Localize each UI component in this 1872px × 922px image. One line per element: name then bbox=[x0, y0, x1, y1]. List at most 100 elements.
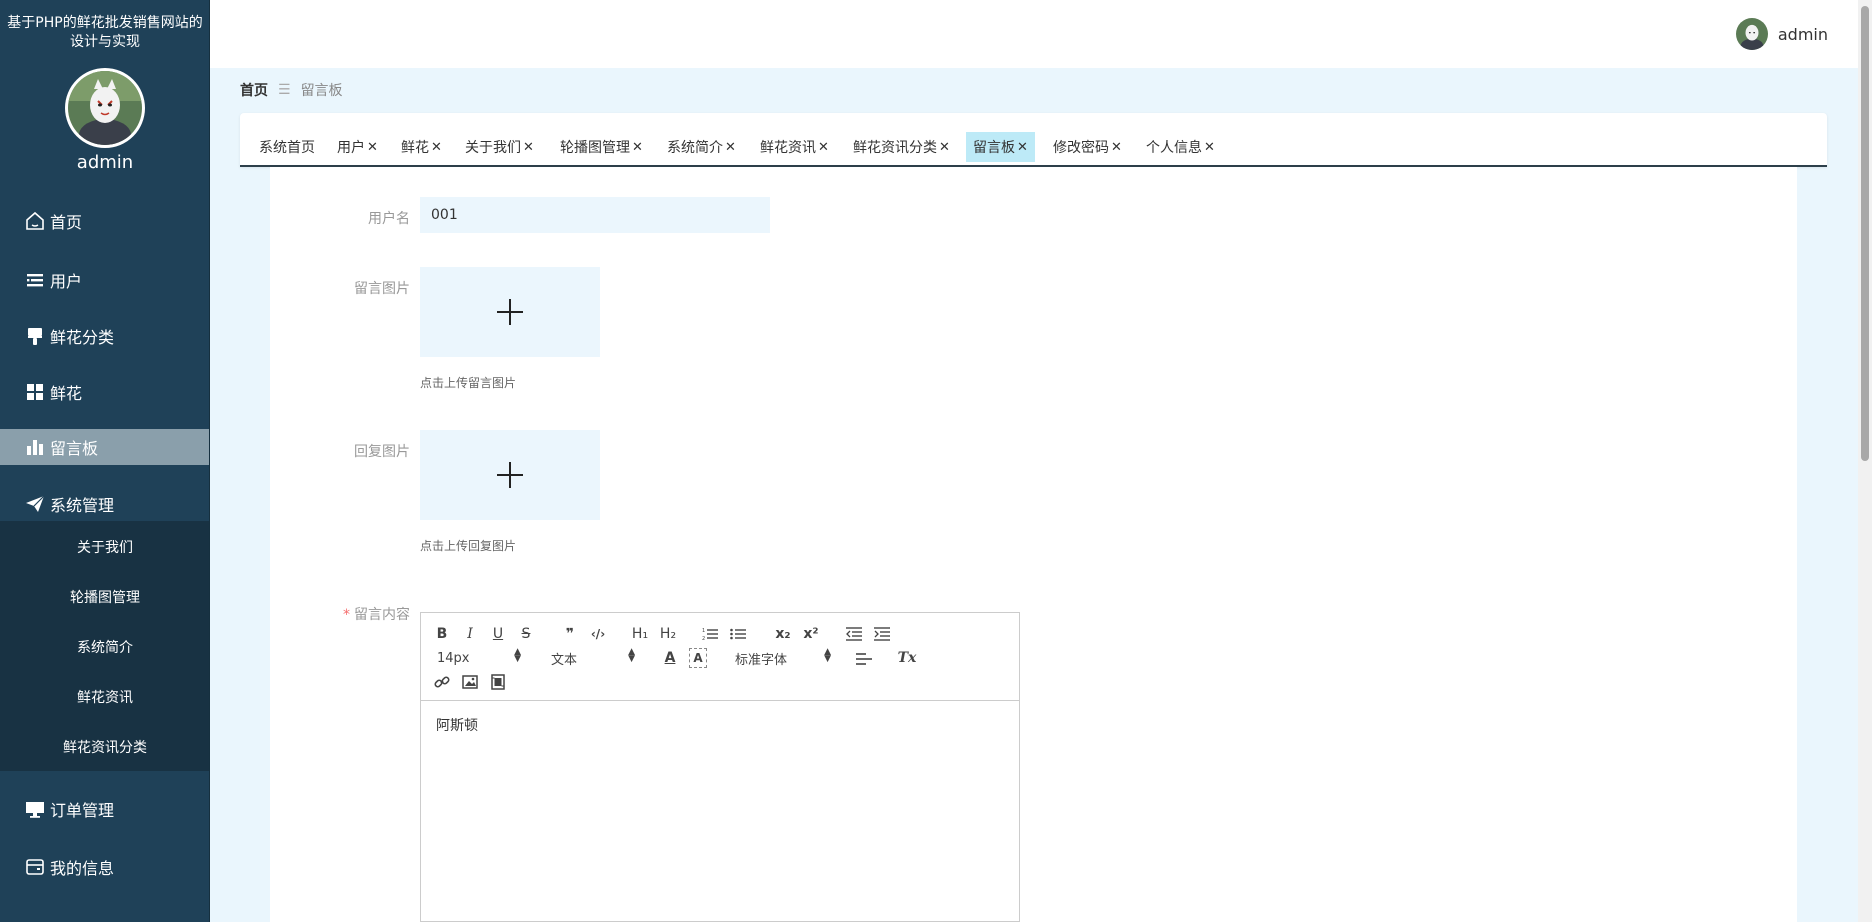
blockquote-button[interactable]: ❞ bbox=[561, 625, 579, 643]
breadcrumb: 首页 ☰ 留言板 bbox=[240, 80, 343, 100]
h1-button[interactable]: H₁ bbox=[629, 625, 651, 643]
tab-system-intro[interactable]: 系统简介 ✕ bbox=[660, 132, 743, 162]
close-icon[interactable]: ✕ bbox=[632, 140, 643, 155]
breadcrumb-home[interactable]: 首页 bbox=[240, 80, 268, 100]
tab-carousel[interactable]: 轮播图管理 ✕ bbox=[553, 132, 650, 162]
menu-item-users[interactable]: 用户 bbox=[0, 262, 209, 298]
message-image-hint: 点击上传留言图片 bbox=[420, 376, 517, 390]
username-label: 用户名 bbox=[368, 211, 410, 227]
close-icon[interactable]: ✕ bbox=[367, 140, 378, 155]
submenu-item-flower-news[interactable]: 鲜花资讯 bbox=[0, 687, 209, 707]
bullet-list-icon bbox=[730, 628, 746, 640]
subscript-button[interactable]: x₂ bbox=[773, 625, 793, 643]
close-icon[interactable]: ✕ bbox=[1204, 140, 1215, 155]
svg-text:2: 2 bbox=[702, 636, 705, 641]
link-button[interactable] bbox=[433, 673, 451, 691]
tab-news-category[interactable]: 鲜花资讯分类 ✕ bbox=[846, 132, 957, 162]
menu-item-home[interactable]: 首页 bbox=[0, 203, 209, 239]
font-color-button[interactable]: A bbox=[661, 648, 679, 668]
tab-profile[interactable]: 个人信息 ✕ bbox=[1139, 132, 1222, 162]
reply-image-upload[interactable] bbox=[420, 430, 600, 520]
sidebar-avatar[interactable] bbox=[65, 68, 145, 148]
tab-users[interactable]: 用户 ✕ bbox=[330, 132, 385, 162]
clean-format-button[interactable]: Tx bbox=[897, 648, 917, 668]
bold-button[interactable]: B bbox=[433, 625, 451, 643]
page-scrollbar[interactable] bbox=[1858, 0, 1872, 922]
superscript-button[interactable]: x² bbox=[801, 625, 821, 643]
tab-label: 系统首页 bbox=[259, 140, 315, 156]
message-image-upload[interactable] bbox=[420, 267, 600, 357]
submenu-item-carousel[interactable]: 轮播图管理 bbox=[0, 587, 209, 607]
font-family-value: 标准字体 bbox=[735, 652, 788, 668]
video-button[interactable] bbox=[489, 673, 507, 691]
editor-toolbar: B I U S ❞ ‹/› H₁ H₂ 12 x₂ x² 14px ▲ ▼ 文本 … bbox=[421, 613, 1019, 701]
menu-label: 鲜花分类 bbox=[50, 328, 115, 347]
site-title: 基于PHP的鲜花批发销售网站的设计与实现 bbox=[7, 15, 203, 50]
tab-about-us[interactable]: 关于我们 ✕ bbox=[458, 132, 541, 162]
code-block-button[interactable]: ‹/› bbox=[589, 625, 607, 643]
scrollbar-thumb[interactable] bbox=[1861, 6, 1869, 461]
close-icon[interactable]: ✕ bbox=[1111, 140, 1122, 155]
underline-button[interactable]: U bbox=[489, 625, 507, 643]
align-button[interactable] bbox=[855, 650, 873, 668]
background-color-button[interactable]: A bbox=[689, 648, 707, 668]
header-user-menu[interactable]: admin bbox=[1735, 18, 1828, 50]
close-icon[interactable]: ✕ bbox=[1017, 140, 1028, 155]
submenu-item-news-category[interactable]: 鲜花资讯分类 bbox=[0, 737, 209, 757]
content-label: * 留言内容 bbox=[280, 604, 410, 624]
avatar-image bbox=[68, 71, 142, 145]
brush-icon bbox=[24, 325, 46, 347]
menu-item-flowers[interactable]: 鲜花 bbox=[0, 374, 209, 410]
close-icon[interactable]: ✕ bbox=[818, 140, 829, 155]
select-arrows-icon: ▲ ▼ bbox=[514, 647, 521, 664]
font-size-value: 14px bbox=[437, 650, 470, 666]
menu-item-system-management[interactable]: 系统管理 bbox=[0, 486, 209, 522]
menu-item-orders[interactable]: 订单管理 bbox=[0, 791, 209, 827]
menu-label: 系统管理 bbox=[50, 496, 115, 515]
tab-flowers[interactable]: 鲜花 ✕ bbox=[394, 132, 449, 162]
menu-item-flower-category[interactable]: 鲜花分类 bbox=[0, 318, 209, 354]
editor-content[interactable]: 阿斯顿 bbox=[436, 715, 478, 735]
close-icon[interactable]: ✕ bbox=[431, 140, 442, 155]
indent-button[interactable] bbox=[873, 625, 891, 643]
tab-label: 鲜花资讯分类 bbox=[853, 140, 937, 156]
outdent-button[interactable] bbox=[845, 625, 863, 643]
tab-system-home[interactable]: 系统首页 bbox=[252, 132, 322, 162]
bullet-list-button[interactable] bbox=[729, 625, 747, 643]
tab-label: 系统简介 bbox=[667, 140, 723, 156]
h2-button[interactable]: H₂ bbox=[657, 625, 679, 643]
font-size-select[interactable]: 14px ▲ ▼ bbox=[437, 647, 521, 667]
tab-label: 个人信息 bbox=[1146, 140, 1202, 156]
menu-item-message-board[interactable]: 留言板 bbox=[0, 429, 209, 465]
font-family-select[interactable]: 标准字体 ▲ ▼ bbox=[735, 648, 831, 668]
tab-flower-news[interactable]: 鲜花资讯 ✕ bbox=[753, 132, 836, 162]
tab-message-board[interactable]: 留言板 ✕ bbox=[966, 132, 1035, 162]
list-icon bbox=[24, 269, 46, 291]
strike-button[interactable]: S bbox=[517, 625, 535, 643]
tab-label: 留言板 bbox=[973, 140, 1015, 156]
close-icon[interactable]: ✕ bbox=[939, 140, 950, 155]
ordered-list-icon: 12 bbox=[702, 628, 718, 641]
submenu-item-system-intro[interactable]: 系统简介 bbox=[0, 637, 209, 657]
italic-button[interactable]: I bbox=[461, 625, 479, 643]
svg-text:1: 1 bbox=[702, 628, 705, 634]
reply-image-hint: 点击上传回复图片 bbox=[420, 539, 517, 553]
header-select[interactable]: 文本 ▲ ▼ bbox=[551, 648, 635, 668]
close-icon[interactable]: ✕ bbox=[523, 140, 534, 155]
image-button[interactable] bbox=[461, 673, 479, 691]
ordered-list-button[interactable]: 12 bbox=[701, 625, 719, 643]
required-mark: * bbox=[343, 607, 350, 623]
grid-icon bbox=[24, 381, 46, 403]
close-icon[interactable]: ✕ bbox=[725, 140, 736, 155]
username-input[interactable] bbox=[420, 197, 770, 233]
rich-text-editor: B I U S ❞ ‹/› H₁ H₂ 12 x₂ x² 14px ▲ ▼ 文本 … bbox=[420, 612, 1020, 922]
plus-icon bbox=[497, 299, 523, 325]
indent-icon bbox=[874, 627, 890, 641]
menu-item-my-info[interactable]: 我的信息 bbox=[0, 849, 209, 885]
submenu-item-about[interactable]: 关于我们 bbox=[0, 537, 209, 557]
outdent-icon bbox=[846, 627, 862, 641]
tab-change-password[interactable]: 修改密码 ✕ bbox=[1046, 132, 1129, 162]
header-select-value: 文本 bbox=[551, 652, 578, 668]
menu-label: 留言板 bbox=[50, 439, 99, 458]
header-avatar bbox=[1735, 18, 1768, 50]
